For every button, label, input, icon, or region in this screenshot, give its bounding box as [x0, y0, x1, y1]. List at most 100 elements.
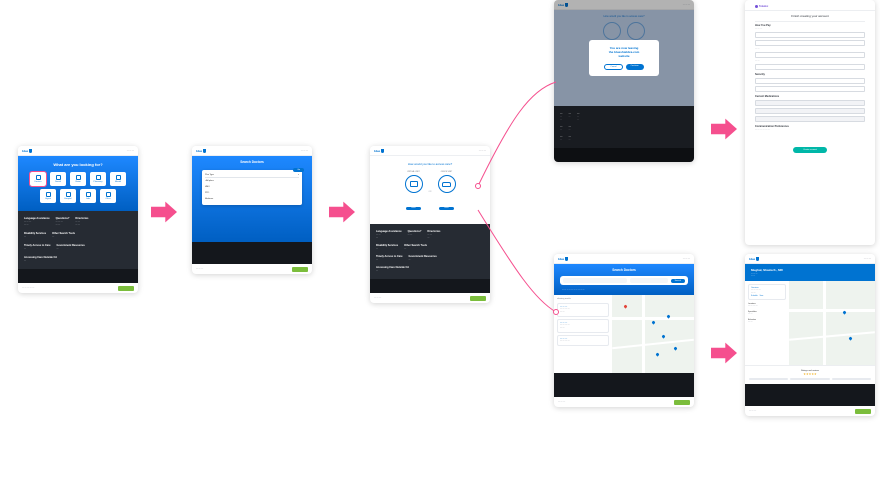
- foot: [370, 279, 490, 293]
- brand-logo: blue: [22, 149, 32, 153]
- secure-badge: [118, 286, 134, 291]
- foot: [554, 148, 694, 162]
- nav-links: — — —: [127, 150, 134, 152]
- topbar: blue — — —: [192, 146, 312, 156]
- star-icons: ★★★★★: [749, 372, 871, 376]
- secure-badge: [674, 400, 690, 405]
- screen-teladoc-signup: Teladoc Finish creating your account How…: [745, 0, 875, 245]
- apply-button[interactable]: Go: [293, 168, 304, 172]
- hero-title: What are you looking for?: [24, 162, 132, 167]
- action-link[interactable]: Save: [760, 296, 764, 297]
- tooth-icon: [56, 175, 61, 180]
- input[interactable]: [755, 108, 865, 114]
- monitor-icon: [410, 181, 418, 187]
- tile[interactable]: Other: [100, 189, 116, 203]
- screen-search-dropdown: blue — — — Search Doctors Plan Type ▾ • …: [192, 146, 312, 274]
- dropdown-panel[interactable]: Plan Type ▾ • All plans HMO PPO Medicare…: [202, 170, 302, 205]
- chevron-down-icon: ▾: [298, 174, 299, 176]
- footer-lang: Language Assistance— — —— — Questions?— …: [18, 211, 138, 269]
- topbar: blue — — —: [745, 254, 875, 264]
- arrow-icon: [151, 199, 177, 225]
- foot: [554, 373, 694, 397]
- arrow-icon: [329, 199, 355, 225]
- teladoc-logo: Teladoc: [755, 5, 865, 8]
- urgent-icon: [46, 192, 51, 197]
- select-virtual-button[interactable]: Select: [406, 207, 420, 210]
- tile[interactable]: Mental: [110, 172, 126, 186]
- search-input[interactable]: [563, 278, 627, 283]
- option[interactable]: Medicare: [205, 196, 299, 202]
- topbar: blue — — —: [18, 146, 138, 156]
- screen-doctor-detail: blue — — — Mughal, Shazia K., MD — — —— …: [745, 254, 875, 416]
- result-card[interactable]: — — — — — — —— —: [557, 319, 609, 333]
- input[interactable]: [755, 40, 865, 46]
- page-title: Search Doctors: [554, 268, 694, 272]
- option[interactable]: All plans: [206, 180, 214, 182]
- rx-icon: [96, 175, 101, 180]
- secure-badge: [855, 409, 871, 414]
- pin-icon[interactable]: [655, 352, 659, 356]
- screen-virtual-or-office: blue — — — How would you like to access …: [370, 146, 490, 303]
- input[interactable]: [755, 78, 865, 84]
- continue-button[interactable]: Continue: [626, 64, 644, 70]
- doctor-icon: [36, 175, 41, 180]
- map[interactable]: [789, 281, 875, 365]
- input[interactable]: [755, 100, 865, 106]
- pin-icon[interactable]: [848, 336, 852, 340]
- footer: Language Assistance— —— Questions?— — Di…: [370, 224, 490, 279]
- select-office-button[interactable]: Select: [439, 207, 453, 210]
- office-visit-option[interactable]: OFFICE VISIT Select: [438, 171, 456, 213]
- input[interactable]: [755, 116, 865, 122]
- shield-icon: [756, 257, 759, 261]
- map[interactable]: [612, 295, 694, 373]
- secure-badge: [470, 296, 486, 301]
- footer: ———————— ———— ————: [554, 106, 694, 148]
- lab-icon: [86, 192, 91, 197]
- input[interactable]: [755, 32, 865, 38]
- location-input[interactable]: [630, 278, 668, 283]
- input[interactable]: [755, 64, 865, 70]
- result-count: showing results: [557, 298, 609, 301]
- create-account-button[interactable]: Create account: [793, 147, 827, 153]
- shield-icon: [381, 149, 384, 153]
- shield-icon: [565, 3, 568, 7]
- result-card[interactable]: — — — — — — —: [557, 335, 609, 346]
- shield-icon: [29, 149, 32, 153]
- eye-icon: [76, 175, 81, 180]
- hero: Search Doctors Search — — — — — — — — — …: [554, 264, 694, 295]
- pin-icon[interactable]: [842, 310, 846, 314]
- pin-icon[interactable]: [673, 346, 677, 350]
- car-icon: [442, 182, 451, 187]
- tile[interactable]: Urgent: [40, 189, 56, 203]
- input[interactable]: [755, 52, 865, 58]
- tile-row: Doctors Dental Vision Pharmacy Mental: [24, 172, 132, 186]
- tile-doctors[interactable]: Doctors: [30, 172, 46, 186]
- address-card: Overview — — — —— — Schedule Save: [748, 284, 786, 300]
- doctor-name: Mughal, Shazia K., MD — — —— —: [745, 264, 875, 281]
- arrow-icon: [711, 340, 737, 366]
- tile[interactable]: Labs: [80, 189, 96, 203]
- tile[interactable]: Dental: [50, 172, 66, 186]
- brain-icon: [116, 175, 121, 180]
- input[interactable]: [755, 86, 865, 92]
- shield-icon: [565, 257, 568, 261]
- hero: Search Doctors Plan Type ▾ • All plans H…: [192, 156, 312, 242]
- tile[interactable]: Hospital: [60, 189, 76, 203]
- pin-icon[interactable]: [651, 320, 655, 324]
- brand-text: blue: [22, 149, 28, 153]
- results-list[interactable]: showing results — — — — — — —— — — — — —…: [554, 295, 612, 373]
- pin-icon: [106, 192, 111, 197]
- you-pin-icon: [623, 304, 627, 308]
- tile[interactable]: Pharmacy: [90, 172, 106, 186]
- pin-icon[interactable]: [661, 334, 665, 338]
- modal-overlay: You are now leavingthe blueshieldca.comw…: [554, 10, 694, 106]
- or-divider: OR: [429, 191, 432, 193]
- topbar: blue — — —: [554, 254, 694, 264]
- action-link[interactable]: Schedule: [751, 296, 758, 297]
- search-button[interactable]: Search: [671, 279, 685, 283]
- dropdown-label: Plan Type: [205, 174, 214, 176]
- tile[interactable]: Vision: [70, 172, 86, 186]
- virtual-visit-option[interactable]: VIRTUAL VISIT Select: [405, 171, 423, 213]
- cancel-button[interactable]: Cancel: [604, 64, 622, 70]
- result-card[interactable]: — — — — — — —— —: [557, 303, 609, 317]
